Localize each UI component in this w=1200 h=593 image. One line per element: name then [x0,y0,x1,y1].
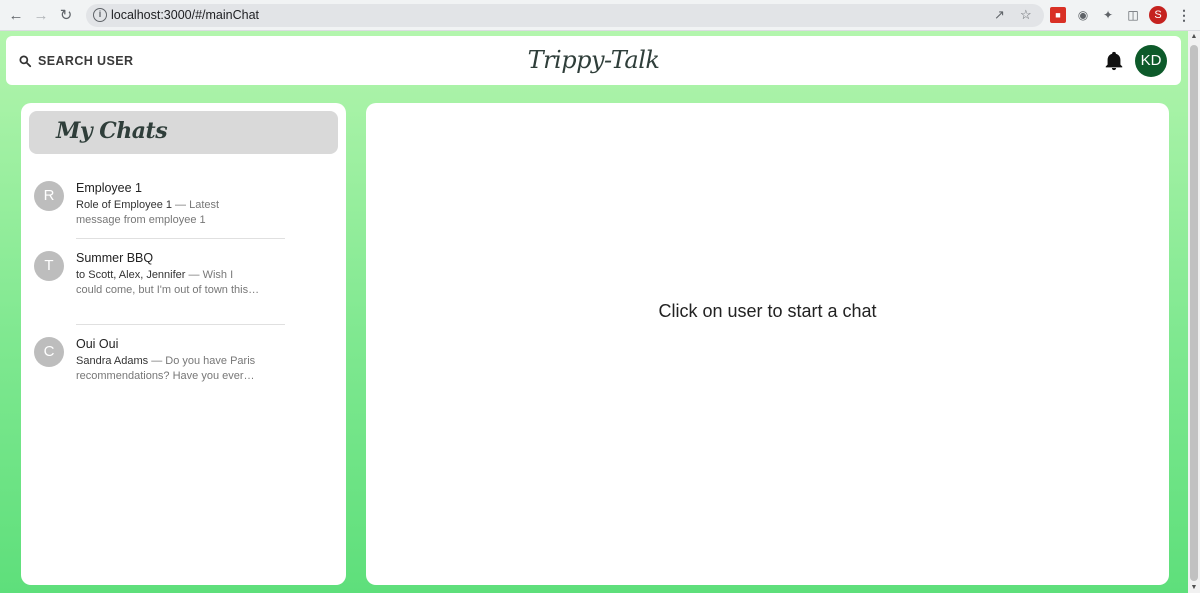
address-bar[interactable]: i localhost:3000/#/mainChat ↗ ☆ [86,4,1044,27]
browser-toolbar: ← → ↻ i localhost:3000/#/mainChat ↗ ☆ ■ … [0,0,1200,31]
extension-red-icon[interactable]: ■ [1050,7,1066,23]
scroll-up-arrow-icon[interactable]: ▲ [1188,33,1200,40]
bookmark-star-icon[interactable]: ☆ [1020,7,1032,23]
user-avatar[interactable]: KD [1135,45,1167,77]
chat-avatar: T [34,251,64,281]
top-bar: SEARCH USER Trippy-Talk KD [6,36,1181,85]
my-chats-title: My Chats [56,118,168,144]
notification-bell-icon[interactable] [1103,49,1125,73]
app-background: SEARCH USER Trippy-Talk KD My Chats R Em… [0,31,1188,593]
side-panel-icon[interactable]: ◫ [1125,7,1141,23]
scroll-down-arrow-icon[interactable]: ▼ [1188,584,1200,591]
url-text: localhost:3000/#/mainChat [111,8,260,22]
chat-sender: Sandra Adams [76,355,149,367]
chat-main-panel: Click on user to start a chat [366,103,1169,585]
reload-icon[interactable]: ↻ [56,6,76,26]
chat-name: Oui Oui [76,337,119,351]
share-icon[interactable]: ↗ [994,7,1005,23]
chat-avatar: C [34,337,64,367]
chat-avatar: R [34,181,64,211]
my-chats-header: My Chats [29,111,338,154]
chat-divider [76,324,285,325]
page-scrollbar[interactable]: ▲ ▼ [1188,31,1200,593]
empty-chat-message: Click on user to start a chat [658,301,877,321]
chat-divider [76,238,285,239]
forward-arrow-icon[interactable]: → [31,6,51,26]
scrollbar-thumb[interactable] [1190,45,1198,581]
browser-profile-avatar[interactable]: S [1149,6,1167,24]
my-chats-panel: My Chats R Employee 1 Role of Employee 1… [21,103,346,585]
chat-name: Summer BBQ [76,251,154,265]
app-brand-title: Trippy-Talk [527,46,660,74]
camera-icon[interactable]: ◉ [1075,7,1091,23]
chat-preview: to Scott, Alex, Jennifer — Wish I could … [76,268,261,298]
chat-preview: Sandra Adams — Do you have Paris recomme… [76,354,261,384]
chat-sender: Role of Employee 1 [76,199,172,211]
chat-name: Employee 1 [76,181,143,195]
back-arrow-icon[interactable]: ← [6,6,26,26]
site-info-icon[interactable]: i [93,8,107,22]
chat-sender: to Scott, Alex, Jennifer [76,269,186,281]
kebab-menu-icon[interactable]: ⋮ [1176,7,1192,23]
puzzle-extensions-icon[interactable]: ✦ [1100,7,1116,23]
chat-preview: Role of Employee 1 — Latest message from… [76,198,261,228]
